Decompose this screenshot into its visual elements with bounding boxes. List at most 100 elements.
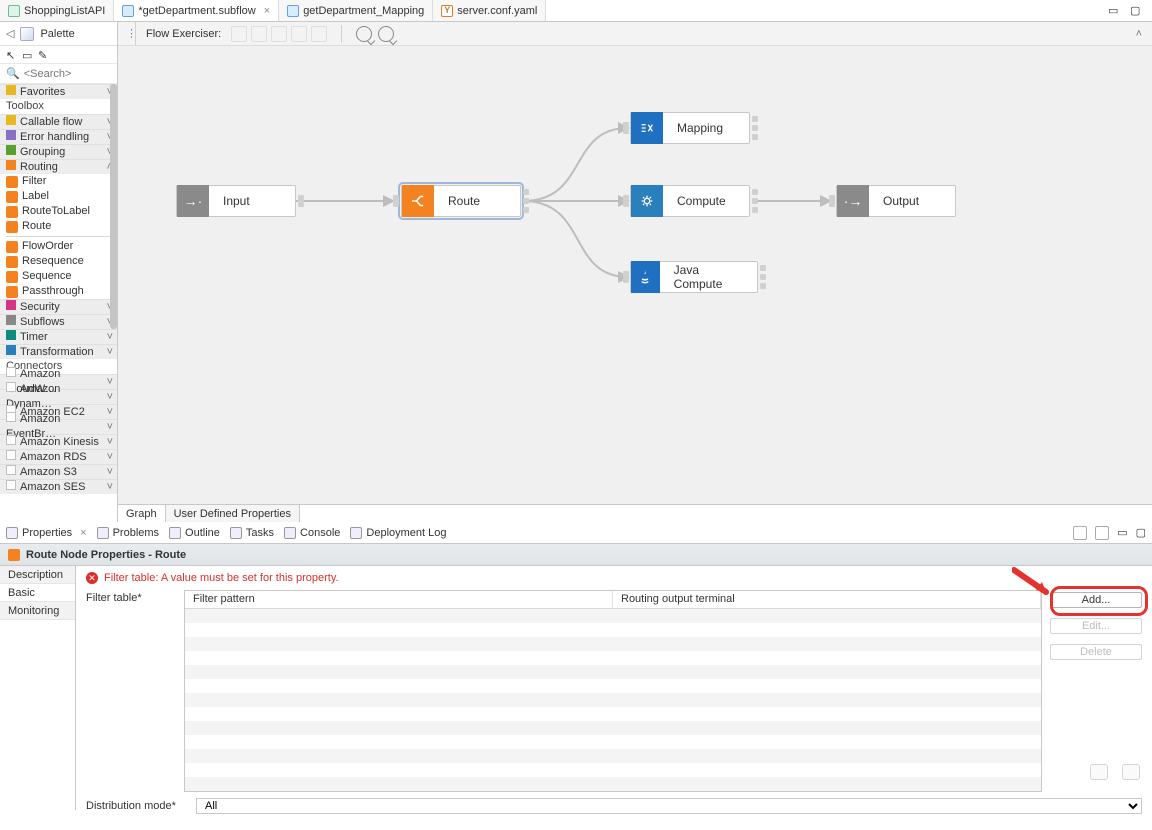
maximize-icon[interactable]: ▢ (1130, 4, 1144, 18)
collapse-icon[interactable]: ˄ (1136, 28, 1142, 40)
tab-shoppinglistapi[interactable]: ShoppingListAPI (0, 0, 114, 21)
palette-item-filter[interactable]: Filter (0, 174, 117, 189)
palette-cat-callable-flow[interactable]: Callable flow˅ (0, 114, 117, 129)
connector-amazon-rds[interactable]: Amazon RDS˅ (0, 449, 117, 464)
move-up-icon[interactable] (1090, 764, 1108, 780)
input-port[interactable] (623, 271, 629, 283)
table-row[interactable] (185, 609, 1041, 623)
view-tasks[interactable]: Tasks (230, 527, 274, 539)
prop-tab-basic[interactable]: Basic (0, 584, 75, 602)
node-mapping[interactable]: Mapping (630, 112, 750, 144)
node-compute[interactable]: Compute (630, 185, 750, 217)
minimize-icon[interactable]: ▭ (1108, 4, 1122, 18)
table-row[interactable] (185, 665, 1041, 679)
back-icon[interactable]: ◁ (6, 27, 14, 40)
tab-user-defined-props[interactable]: User Defined Properties (166, 505, 300, 522)
palette-item-sequence[interactable]: Sequence (0, 269, 117, 284)
zoom-in-icon[interactable] (356, 26, 372, 42)
palette-cat-routing[interactable]: Routing˄ (0, 159, 117, 174)
palette-item-resequence[interactable]: Resequence (0, 254, 117, 269)
add-button[interactable]: Add... (1050, 592, 1142, 608)
menu-icon[interactable] (1095, 526, 1109, 540)
clear-icon[interactable] (291, 26, 307, 42)
table-row[interactable] (185, 707, 1041, 721)
output-ports[interactable] (523, 189, 529, 213)
table-row[interactable] (185, 693, 1041, 707)
palette-cat-favorites[interactable]: Favorites ˅ (0, 84, 117, 99)
node-output[interactable]: ·→ Output (836, 185, 956, 217)
move-down-icon[interactable] (1122, 764, 1140, 780)
output-ports[interactable] (760, 265, 766, 289)
table-row[interactable] (185, 735, 1041, 749)
tab-server-conf-yaml[interactable]: server.conf.yaml (433, 0, 546, 21)
pin-icon[interactable] (1073, 526, 1087, 540)
table-row[interactable] (185, 721, 1041, 735)
note-icon[interactable]: ✎ (38, 49, 50, 61)
connector-amazon-dynamo[interactable]: Amazon Dynam…˅ (0, 389, 117, 404)
table-row[interactable] (185, 749, 1041, 763)
connector-amazon-eventbridge[interactable]: Amazon EventBr…˅ (0, 419, 117, 434)
input-port[interactable] (623, 195, 629, 207)
chevron-down-icon: ˅ (107, 480, 113, 495)
palette-cat-transformation[interactable]: Transformation˅ (0, 344, 117, 359)
table-row[interactable] (185, 777, 1041, 791)
view-console[interactable]: Console (284, 527, 340, 539)
stop-icon[interactable] (311, 26, 327, 42)
pointer-icon[interactable]: ↖ (6, 49, 18, 61)
view-problems[interactable]: Problems (97, 527, 159, 539)
palette-item-routetolabel[interactable]: RouteToLabel (0, 204, 117, 219)
connector-amazon-s3[interactable]: Amazon S3˅ (0, 464, 117, 479)
filter-table[interactable]: Filter pattern Routing output terminal (184, 590, 1042, 792)
palette-cat-grouping[interactable]: Grouping˅ (0, 144, 117, 159)
zoom-out-icon[interactable] (378, 26, 394, 42)
minimize-icon[interactable]: ▭ (1117, 526, 1127, 539)
palette-item-route[interactable]: Route (0, 219, 117, 234)
output-ports[interactable] (752, 189, 758, 213)
tab-getdepartment-subflow[interactable]: *getDepartment.subflow × (114, 0, 279, 21)
palette-item-floworder[interactable]: FlowOrder (0, 239, 117, 254)
node-route[interactable]: Route (401, 185, 521, 217)
node-java-compute[interactable]: Java Compute (630, 261, 758, 293)
prop-tab-description[interactable]: Description (0, 566, 75, 584)
palette-scrollbar[interactable] (110, 84, 117, 329)
view-properties[interactable]: Properties× (6, 527, 87, 539)
flow-canvas[interactable]: →· Input Route Mapping (118, 46, 1152, 504)
close-icon[interactable]: × (264, 5, 270, 17)
table-row[interactable] (185, 623, 1041, 637)
output-ports[interactable] (752, 116, 758, 140)
tab-getdepartment-mapping[interactable]: getDepartment_Mapping (279, 0, 433, 21)
table-row[interactable] (185, 679, 1041, 693)
step-icon[interactable] (271, 26, 287, 42)
node-icon (6, 221, 18, 233)
palette-item-passthrough[interactable]: Passthrough (0, 284, 117, 299)
tab-label: Description (8, 569, 63, 581)
close-icon[interactable]: × (80, 527, 86, 539)
input-port[interactable] (623, 122, 629, 134)
node-input[interactable]: →· Input (176, 185, 296, 217)
return-icon[interactable] (251, 26, 267, 42)
record-icon[interactable] (231, 26, 247, 42)
palette-item-label[interactable]: Label (0, 189, 117, 204)
palette-search[interactable]: 🔍 <Search> (0, 64, 117, 84)
table-row[interactable] (185, 763, 1041, 777)
output-port[interactable] (298, 195, 304, 207)
prop-tab-monitoring[interactable]: Monitoring (0, 602, 75, 620)
table-row[interactable] (185, 651, 1041, 665)
maximize-icon[interactable]: ▢ (1136, 526, 1146, 539)
view-outline[interactable]: Outline (169, 527, 220, 539)
palette-cat-timer[interactable]: Timer˅ (0, 329, 117, 344)
palette-cat-error-handling[interactable]: Error handling˅ (0, 129, 117, 144)
grip-icon[interactable]: ⋮ (128, 22, 136, 45)
table-row[interactable] (185, 637, 1041, 651)
input-port[interactable] (829, 195, 835, 207)
palette-cat-security[interactable]: Security˅ (0, 299, 117, 314)
palette-cat-subflows[interactable]: Subflows˅ (0, 314, 117, 329)
connector-amazon-ses[interactable]: Amazon SES˅ (0, 479, 117, 494)
distribution-select[interactable]: All (196, 798, 1142, 814)
tab-graph[interactable]: Graph (118, 505, 166, 522)
exerciser-buttons (231, 26, 327, 42)
input-port[interactable] (393, 195, 399, 207)
view-deployment-log[interactable]: Deployment Log (350, 527, 446, 539)
marquee-icon[interactable]: ▭ (22, 49, 34, 61)
aws-icon (6, 465, 16, 475)
